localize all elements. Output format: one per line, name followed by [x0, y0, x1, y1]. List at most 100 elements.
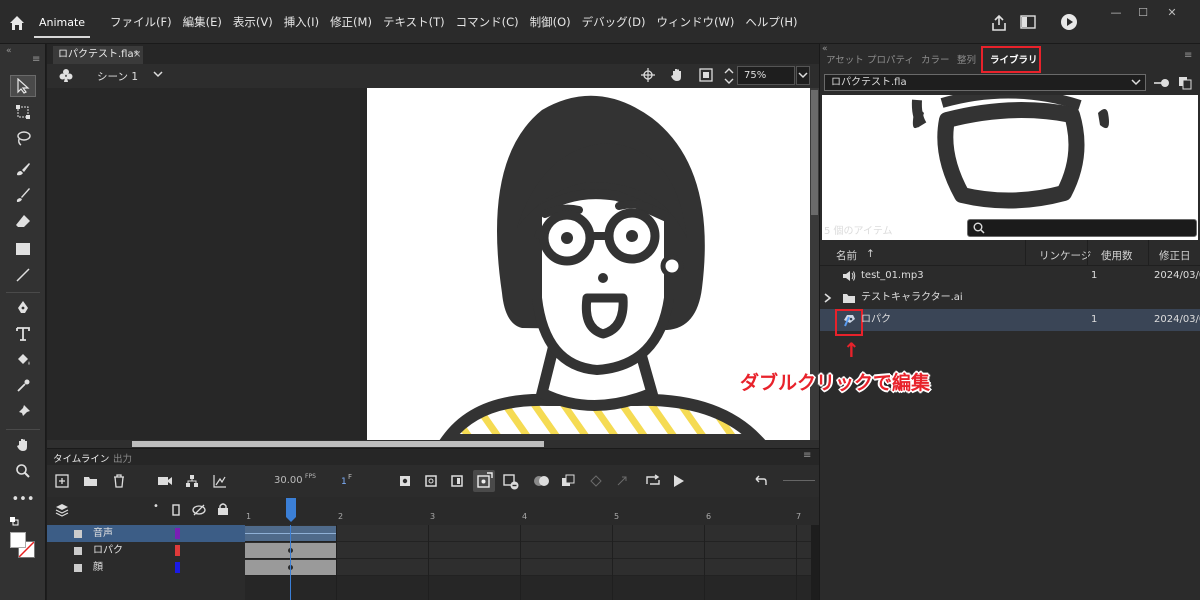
scene-dropdown-icon[interactable]: [153, 70, 163, 78]
delete-layer-icon[interactable]: [113, 474, 125, 488]
library-menu-icon[interactable]: ≡: [1184, 50, 1192, 61]
frame-grid[interactable]: 1 2 3 4 5 6 7: [245, 510, 811, 600]
column-name[interactable]: 名前: [836, 248, 857, 263]
outline-column-icon[interactable]: [172, 504, 180, 516]
menu-commands[interactable]: コマンド(C): [456, 14, 519, 30]
share-icon[interactable]: [990, 14, 1008, 32]
line-tool-icon[interactable]: [10, 264, 36, 286]
tab-timeline[interactable]: タイムライン: [53, 451, 109, 465]
fps-value[interactable]: 30.00: [274, 475, 303, 486]
layer-row[interactable]: ロパク: [47, 542, 245, 559]
timeline-menu-icon[interactable]: ≡: [803, 450, 811, 461]
highlight-column-icon[interactable]: •: [153, 501, 159, 512]
library-item-sound[interactable]: test_01.mp3 1 2024/03/0: [820, 265, 1200, 287]
library-item-folder[interactable]: テストキャラクター.ai: [820, 287, 1200, 309]
column-modified[interactable]: 修正日: [1159, 248, 1191, 263]
menu-edit[interactable]: 編集(E): [183, 14, 222, 30]
pin-tool-icon[interactable]: [10, 401, 36, 423]
menu-window[interactable]: ウィンドウ(W): [657, 14, 735, 30]
tab-color[interactable]: カラー: [921, 52, 950, 66]
zoom-tool-icon[interactable]: [10, 460, 36, 482]
zoom-dropdown-icon[interactable]: [796, 66, 810, 85]
playhead-handle[interactable]: [285, 497, 297, 523]
layer-color-swatch[interactable]: [175, 528, 180, 539]
menu-insert[interactable]: 挿入(I): [284, 14, 319, 30]
close-window-button[interactable]: ✕: [1162, 6, 1182, 20]
remove-tween-icon[interactable]: [503, 474, 519, 490]
current-frame[interactable]: 1: [341, 477, 347, 487]
collapse-icon[interactable]: «: [6, 46, 12, 56]
menu-control[interactable]: 制御(O): [530, 14, 571, 30]
layer-row[interactable]: 顔: [47, 559, 245, 576]
insert-keyframe-icon[interactable]: [399, 475, 411, 487]
rectangle-tool-icon[interactable]: [10, 238, 36, 260]
paint-bucket-icon[interactable]: [10, 349, 36, 371]
insert-frame-icon[interactable]: [451, 475, 463, 487]
brush-icon[interactable]: [10, 184, 36, 206]
column-uses[interactable]: 使用数: [1101, 248, 1133, 263]
menu-view[interactable]: 表示(V): [233, 14, 273, 30]
panel-menu-icon[interactable]: ≡: [32, 54, 40, 65]
paint-brush-icon[interactable]: [10, 158, 36, 180]
workspace-icon[interactable]: [1020, 15, 1036, 29]
motion-tween-icon[interactable]: [473, 470, 495, 492]
symbol-icon[interactable]: [841, 313, 857, 327]
eraser-icon[interactable]: [10, 210, 36, 232]
center-stage-icon[interactable]: [641, 68, 655, 82]
layer-row[interactable]: 音声: [47, 525, 245, 542]
tab-library[interactable]: ライブラリ: [990, 52, 1038, 66]
scene-name[interactable]: シーン 1: [97, 69, 138, 84]
vertical-scroll-thumb[interactable]: [811, 90, 818, 215]
close-tab-icon[interactable]: ×: [133, 46, 141, 64]
selection-tool-icon[interactable]: [10, 75, 36, 97]
text-tool-icon[interactable]: [10, 323, 36, 345]
camera-icon[interactable]: [157, 475, 173, 487]
blank-keyframe-icon[interactable]: [425, 475, 437, 487]
horizontal-scroll-thumb[interactable]: [132, 441, 544, 447]
new-layer-icon[interactable]: [55, 474, 69, 488]
new-folder-icon[interactable]: [83, 475, 98, 487]
clip-content-icon[interactable]: [699, 68, 713, 82]
lock-column-icon[interactable]: [217, 502, 229, 516]
hand-tool-icon[interactable]: [10, 434, 36, 456]
free-transform-icon[interactable]: [10, 101, 36, 123]
zoom-stepper-icon[interactable]: [724, 66, 734, 86]
zoom-field[interactable]: 75%: [737, 66, 795, 85]
frame-ruler[interactable]: 1 2 3 4 5 6 7: [245, 510, 811, 525]
stroke-color-swatch[interactable]: [10, 532, 26, 548]
menu-debug[interactable]: デバッグ(D): [582, 14, 646, 30]
document-tab[interactable]: ロパクテスト.fla* ×: [53, 46, 143, 64]
tab-properties[interactable]: プロパティ: [867, 52, 914, 66]
undo-icon[interactable]: [753, 474, 767, 488]
timeline-zoom-slider[interactable]: [783, 480, 815, 481]
more-tools-icon[interactable]: •••: [10, 488, 36, 510]
edit-multiple-frames-icon[interactable]: [561, 474, 575, 488]
rotate-stage-icon[interactable]: [669, 67, 685, 83]
stage-horizontal-scrollbar[interactable]: [47, 440, 819, 448]
layer-color-swatch[interactable]: [175, 545, 180, 556]
sort-ascending-icon[interactable]: ↑: [866, 248, 875, 260]
maximize-button[interactable]: ☐: [1133, 6, 1153, 20]
tab-output[interactable]: 出力: [113, 451, 132, 465]
tab-assets[interactable]: アセット: [826, 52, 864, 66]
library-document-select[interactable]: ロパクテスト.fla: [824, 74, 1146, 91]
minimize-button[interactable]: —: [1106, 6, 1126, 20]
menu-modify[interactable]: 修正(M): [330, 14, 372, 30]
tab-align[interactable]: 整列: [957, 52, 976, 66]
new-library-panel-icon[interactable]: [1178, 76, 1192, 90]
home-icon[interactable]: [8, 14, 26, 32]
pen-tool-icon[interactable]: [10, 297, 36, 319]
hide-column-icon[interactable]: [192, 503, 206, 517]
column-linkage[interactable]: リンケージ: [1039, 248, 1091, 263]
menu-help[interactable]: ヘルプ(H): [745, 14, 797, 30]
test-movie-icon[interactable]: [1060, 13, 1078, 31]
swap-colors-icon[interactable]: [9, 516, 19, 526]
menu-text[interactable]: テキスト(T): [383, 14, 445, 30]
eyedropper-icon[interactable]: [10, 375, 36, 397]
library-search-input[interactable]: [967, 219, 1197, 237]
onion-skin-icon[interactable]: [533, 474, 551, 488]
pin-library-icon[interactable]: [1153, 76, 1171, 90]
lasso-icon[interactable]: [10, 127, 36, 149]
menu-file[interactable]: ファイル(F): [110, 14, 172, 30]
play-icon[interactable]: [673, 474, 685, 488]
